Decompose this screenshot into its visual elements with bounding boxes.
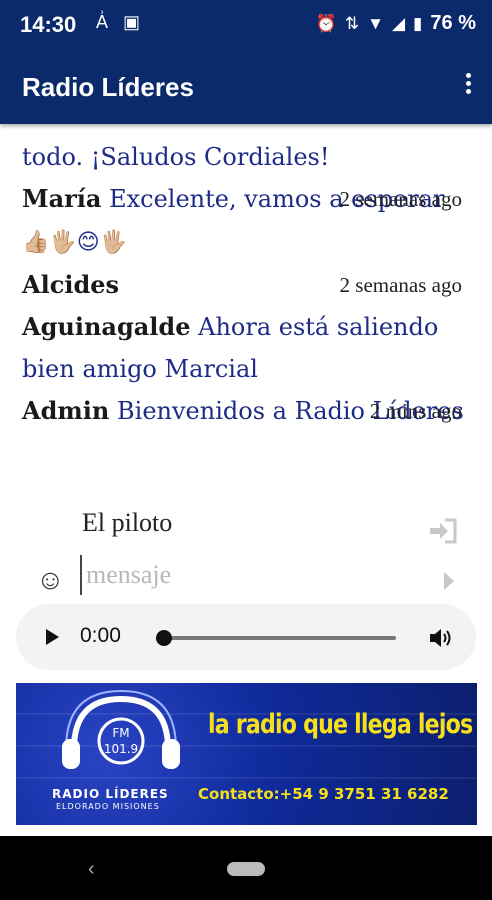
freq-label: FM: [112, 726, 129, 740]
signal-icon: ◢: [391, 13, 406, 33]
message-text: todo. ¡Saludos Cordiales!: [22, 143, 330, 171]
app-title: Radio Líderes: [22, 72, 194, 102]
chat-message: Alcides 2 semanas ago: [22, 264, 472, 306]
volume-icon[interactable]: [428, 626, 454, 650]
battery-percent: 76 %: [430, 12, 476, 34]
back-button[interactable]: ‹: [88, 858, 95, 881]
headphones-logo: FM 101.9: [62, 689, 180, 769]
message-author: Alcides: [22, 270, 120, 299]
chat-partial-message: todo. ¡Saludos Cordiales!: [22, 136, 472, 178]
message-time: 2 semanas ago: [339, 273, 462, 297]
app-bar: Radio Líderes: [0, 52, 492, 124]
message-time: 2 semanas ago: [339, 187, 462, 211]
play-icon[interactable]: [46, 629, 59, 645]
message-emoji: 👍🏼🖐🏼😊🖐🏼: [22, 230, 128, 255]
audio-player: 0:00: [16, 604, 476, 670]
battery-icon: ▮: [413, 13, 423, 33]
status-right: ⏰ ⇅ ▼ ◢ ▮ 76 %: [316, 12, 476, 35]
banner-contact: Contacto:+54 9 3751 31 6282: [198, 785, 449, 803]
banner-slogan: la radio que llega lejos: [208, 709, 473, 740]
station-banner[interactable]: FM 101.9 RADIO LÍDERES ELDORADO MISIONES…: [16, 683, 477, 825]
player-seek-bar[interactable]: [156, 630, 396, 646]
chat-message: María Excelente, vamos a esperar 👍🏼🖐🏼😊🖐🏼…: [22, 178, 472, 264]
player-time: 0:00: [80, 624, 121, 647]
more-vert-icon[interactable]: [462, 70, 474, 102]
message-author: María: [22, 184, 102, 213]
nickname-label: El piloto: [82, 508, 173, 537]
seek-knob[interactable]: [156, 630, 172, 646]
message-author: Admin: [22, 396, 110, 425]
login-icon[interactable]: [428, 518, 458, 544]
home-button[interactable]: [227, 862, 265, 876]
chat-message: Aguinagalde Ahora está saliendo bien ami…: [22, 306, 472, 390]
status-bar: 14:30 A͗ ▣ ⏰ ⇅ ▼ ◢ ▮ 76 %: [0, 0, 492, 52]
message-time: 2 mins ago: [369, 399, 462, 423]
station-location: ELDORADO MISIONES: [56, 802, 160, 811]
station-name: RADIO LÍDERES: [52, 787, 169, 801]
system-nav-bar: ‹: [0, 836, 492, 900]
alarm-icon: ⏰: [315, 13, 337, 33]
freq-value: 101.9: [104, 742, 138, 756]
data-icon: ⇅: [344, 13, 360, 33]
status-left-icons: A͗ ▣: [96, 12, 150, 33]
translate-icon: A͗: [96, 12, 109, 32]
chat-log: todo. ¡Saludos Cordiales! María Excelent…: [22, 136, 472, 432]
send-icon[interactable]: [444, 572, 454, 590]
emoji-button[interactable]: ☺: [36, 564, 65, 596]
status-time: 14:30: [20, 12, 77, 37]
wifi-icon: ▼: [367, 13, 384, 33]
message-input[interactable]: [80, 555, 420, 595]
chat-message: Admin Bienvenidos a Radio Líderes 2 mins…: [22, 390, 472, 432]
screenshot-icon: ▣: [123, 12, 141, 32]
message-author: Aguinagalde: [22, 312, 191, 341]
